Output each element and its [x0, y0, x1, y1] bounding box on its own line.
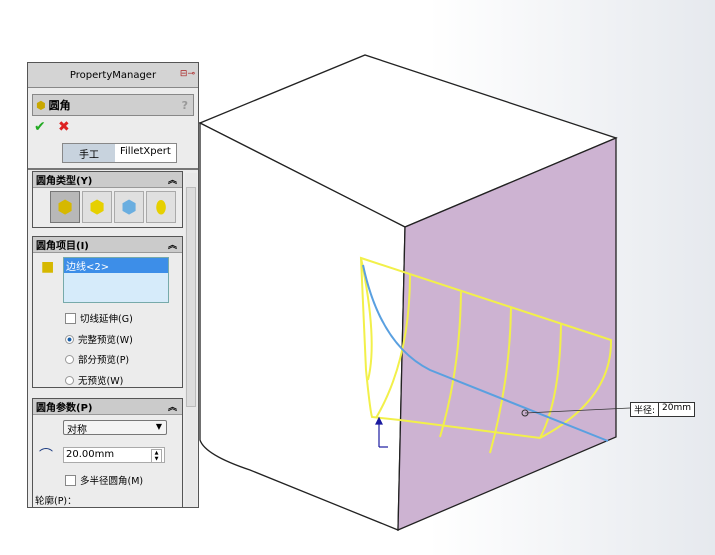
- callout-value[interactable]: 20mm: [658, 403, 694, 416]
- tab-filletxpert[interactable]: FilletXpert: [115, 144, 176, 162]
- fillet-type-group: 圆角类型(Y) ︽ ⬢ ⬢ ⬢ ⬮: [32, 171, 183, 228]
- property-manager: PropertyManager ⊟⊸ ⬢ 圆角? ✔ ✖ 手工 FilletXper…: [27, 62, 199, 508]
- radio-label: 完整预览(W): [78, 335, 133, 346]
- pin-icon[interactable]: ⊟⊸: [180, 69, 195, 79]
- partial-preview-radio[interactable]: 部分预览(P): [65, 352, 129, 366]
- scrollbar[interactable]: [185, 173, 197, 507]
- radius-input[interactable]: 20.00mm ▲ ▼: [63, 447, 165, 463]
- divider: [28, 168, 198, 170]
- fillet-type-icon: ⬢: [121, 196, 137, 218]
- full-round-fillet-button[interactable]: ⬮: [146, 191, 176, 223]
- edge-selection-list[interactable]: 边线<2>: [63, 257, 169, 303]
- tab-manual[interactable]: 手工: [63, 144, 115, 162]
- multi-radius-checkbox[interactable]: 多半径圆角(M): [65, 473, 143, 487]
- x-icon[interactable]: ✖: [58, 119, 70, 135]
- collapse-icon[interactable]: ︽: [168, 400, 177, 413]
- edge-selection-icon: ■: [41, 259, 55, 275]
- radius-callout[interactable]: 半径: 20mm: [630, 402, 696, 417]
- variable-size-fillet-button[interactable]: ⬢: [82, 191, 112, 223]
- face-fillet-button[interactable]: ⬢: [114, 191, 144, 223]
- spinner[interactable]: ▲ ▼: [151, 449, 162, 463]
- fillet-items-group: 圆角项目(I) ︽ ■ 边线<2> 切线延伸(G) 完整预览(W) 部分预览(P)…: [32, 236, 183, 388]
- tangent-propagation-checkbox[interactable]: 切线延伸(G): [65, 311, 133, 325]
- method-select[interactable]: 对称 ▼: [63, 420, 167, 436]
- feature-name: 圆角: [48, 99, 71, 112]
- full-preview-radio[interactable]: 完整预览(W): [65, 332, 133, 346]
- group-header: 圆角类型(Y): [36, 176, 93, 187]
- checkbox-label: 切线延伸(G): [80, 314, 133, 325]
- collapse-icon[interactable]: ︽: [168, 238, 177, 251]
- no-preview-radio[interactable]: 无预览(W): [65, 373, 123, 387]
- radio-label: 部分预览(P): [78, 355, 130, 366]
- select-value: 对称: [67, 425, 87, 436]
- fillet-params-group: 圆角参数(P) ︽ 对称 ▼ ⌒ 20.00mm ▲ ▼ 多半径圆角(M) 轮廓(P)：: [32, 398, 183, 507]
- group-header: 圆角项目(I): [36, 241, 89, 252]
- check-icon[interactable]: ✔: [34, 119, 46, 135]
- fillet-type-icon: ⬮: [155, 196, 167, 218]
- callout-label: 半径:: [634, 406, 656, 416]
- fillet-type-icon: ⬢: [89, 196, 105, 218]
- chevron-down-icon: ▼: [155, 422, 162, 431]
- help-button[interactable]: ?: [182, 99, 188, 112]
- group-header: 圆角参数(P): [36, 403, 93, 414]
- fillet-type-icon: ⬢: [57, 196, 73, 218]
- list-item[interactable]: 边线<2>: [64, 258, 168, 273]
- input-value: 20.00mm: [66, 449, 115, 460]
- radio-label: 无预览(W): [78, 376, 124, 387]
- panel-title: PropertyManager: [69, 69, 157, 81]
- profile-label: 轮廓(P)：: [35, 496, 77, 507]
- collapse-icon[interactable]: ︽: [168, 173, 177, 186]
- checkbox-label: 多半径圆角(M): [80, 476, 144, 487]
- fillet-icon: ⬢: [36, 98, 46, 112]
- constant-size-fillet-button[interactable]: ⬢: [50, 191, 80, 223]
- radius-icon: ⌒: [39, 448, 53, 464]
